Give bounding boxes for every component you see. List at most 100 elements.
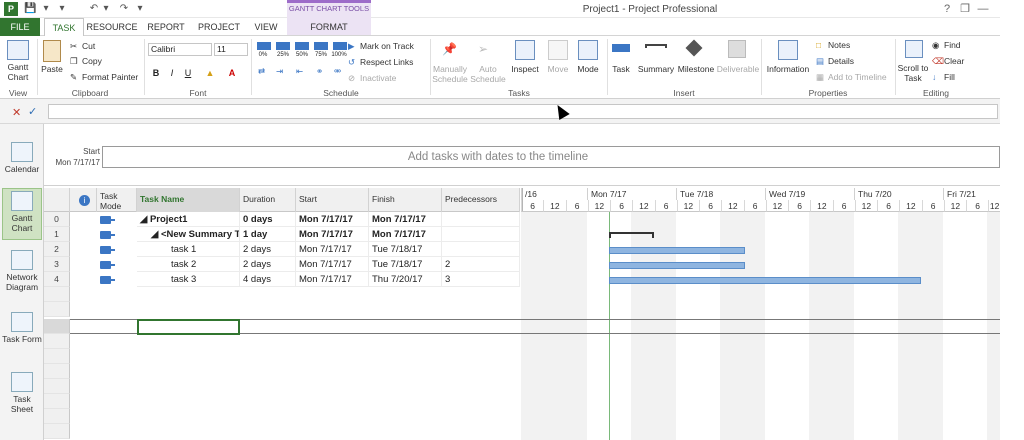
viewbar-item-network-diagram[interactable]: Network Diagram [2,248,42,300]
inactivate-button[interactable]: Inactivate [360,73,396,83]
paste-button[interactable]: Paste [38,64,66,74]
restore-icon[interactable]: ❐ [958,2,972,16]
insert-task-button[interactable]: Task [606,64,636,74]
tab-project[interactable]: PROJECT [192,18,246,36]
viewbar-item-calendar[interactable]: Calendar [2,140,42,182]
manually-schedule-button[interactable]: Manually Schedule [430,64,470,84]
row-number[interactable] [44,302,70,317]
auto-schedule-button[interactable]: Auto Schedule [470,64,506,84]
details-button[interactable]: Details [828,56,854,66]
row-number[interactable] [44,409,70,424]
row-number[interactable]: 3 [44,257,70,272]
tab-task[interactable]: TASK [44,18,84,37]
link-tasks-icon[interactable]: ⇄ [258,66,265,77]
column-indicators[interactable]: i [70,188,97,212]
task-bar[interactable] [609,247,745,254]
confirm-entry-icon[interactable]: ✓ [28,105,37,118]
notes-button[interactable]: Notes [828,40,850,50]
information-button[interactable]: Information [763,64,813,74]
insert-summary-button[interactable]: Summary [636,64,676,74]
finish-cell[interactable]: Mon 7/17/17 [369,227,442,242]
gantt-chart-button[interactable]: Gantt Chart [0,62,36,82]
tab-report[interactable]: REPORT [142,18,190,36]
finish-cell[interactable]: Tue 7/18/17 [369,242,442,257]
outdent-icon[interactable]: ⇤ [296,66,303,77]
highlight-color-icon[interactable]: ▲ [204,67,216,79]
finish-cell[interactable]: Mon 7/17/17 [369,212,442,227]
column-task-name[interactable]: Task Name [137,188,240,212]
row-number[interactable]: 0 [44,212,70,227]
row-number[interactable] [44,394,70,409]
summary-bar[interactable] [609,232,654,238]
dropdown-icon[interactable]: ▾ [56,3,68,15]
insert-milestone-button[interactable]: Milestone [676,64,716,74]
selected-cell[interactable] [137,319,240,335]
duration-cell[interactable]: 4 days [240,272,296,287]
row-number[interactable] [44,424,70,439]
percent-complete-icon[interactable] [257,42,271,50]
column-finish[interactable]: Finish [369,188,442,212]
tab-format[interactable]: FORMAT [290,18,368,36]
cancel-entry-icon[interactable]: ✕ [12,106,21,119]
insert-deliverable-button[interactable]: Deliverable [716,64,760,74]
viewbar-item-gantt-chart[interactable]: Gantt Chart [2,188,42,240]
predecessors-cell[interactable] [442,242,520,257]
duration-cell[interactable]: 0 days [240,212,296,227]
indent-icon[interactable]: ⇥ [276,66,283,77]
tab-view[interactable]: VIEW [248,18,284,36]
percent-complete-icon[interactable] [295,42,309,50]
add-to-timeline-button[interactable]: Add to Timeline [828,72,887,82]
predecessors-cell[interactable] [442,227,520,242]
row-number[interactable] [44,287,70,302]
row-number[interactable]: 4 [44,272,70,287]
inspect-button[interactable]: Inspect [508,64,542,74]
mode-button[interactable]: Mode [572,64,604,74]
bold-button[interactable]: B [150,67,162,79]
percent-complete-icon[interactable] [333,42,347,50]
predecessors-cell[interactable]: 2 [442,257,520,272]
undo-icon[interactable]: ↶ [88,3,100,15]
row-number[interactable] [44,364,70,379]
task-name-cell[interactable]: task 3 [137,272,240,287]
start-cell[interactable]: Mon 7/17/17 [296,212,369,227]
font-family-select[interactable]: Calibri [148,43,212,56]
column-start[interactable]: Start [296,188,369,212]
column-task-mode[interactable]: Task Mode [97,188,137,212]
percent-complete-icon[interactable] [276,42,290,50]
select-all-corner[interactable] [44,188,70,212]
task-name-cell[interactable]: task 1 [137,242,240,257]
viewbar-item-task-form[interactable]: Task Form [2,310,42,362]
tab-resource[interactable]: RESOURCE [86,18,138,36]
unlink-icon[interactable]: ⚮ [334,66,341,77]
entry-input[interactable] [48,104,998,119]
redo-icon[interactable]: ↷ [118,3,130,15]
clear-button[interactable]: Clear [944,56,964,66]
duration-cell[interactable]: 2 days [240,257,296,272]
font-size-select[interactable]: 11 [214,43,248,56]
finish-cell[interactable]: Tue 7/18/17 [369,257,442,272]
row-number[interactable]: 2 [44,242,70,257]
row-number[interactable] [44,349,70,364]
task-bar[interactable] [609,262,745,269]
link-icon[interactable]: ⚭ [316,66,323,77]
percent-complete-icon[interactable] [314,42,328,50]
row-number[interactable] [44,334,70,349]
row-number[interactable]: 1 [44,227,70,242]
start-cell[interactable]: Mon 7/17/17 [296,257,369,272]
help-icon[interactable]: ? [940,2,954,16]
viewbar-item-task-sheet[interactable]: Task Sheet [2,370,42,422]
dropdown-icon[interactable]: ▾ [134,3,146,15]
finish-cell[interactable]: Thu 7/20/17 [369,272,442,287]
scroll-to-task-button[interactable]: Scroll to Task [896,63,930,83]
duration-cell[interactable]: 1 day [240,227,296,242]
copy-button[interactable]: Copy [82,56,102,66]
save-icon[interactable]: 💾 [24,3,36,15]
underline-button[interactable]: U [182,67,194,79]
find-button[interactable]: Find [944,40,961,50]
column-duration[interactable]: Duration [240,188,296,212]
cut-button[interactable]: Cut [82,41,95,51]
predecessors-cell[interactable]: 3 [442,272,520,287]
task-bar[interactable] [609,277,921,284]
dropdown-icon[interactable]: ▾ [40,3,52,15]
task-name-cell[interactable]: ◢ Project1 [137,212,240,227]
